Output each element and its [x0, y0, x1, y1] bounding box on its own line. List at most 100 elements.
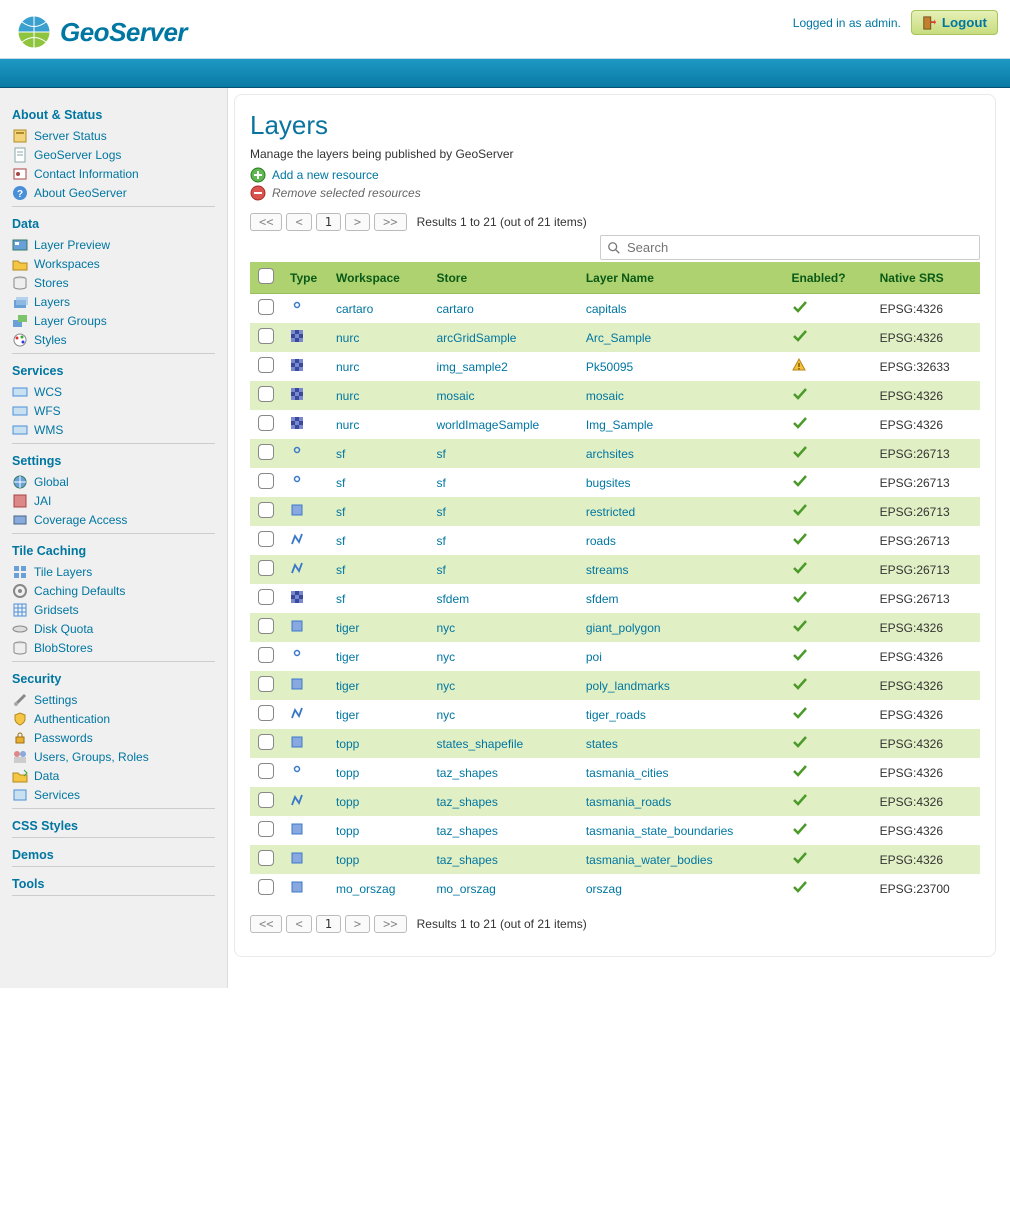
layer-name-link[interactable]: poly_landmarks [586, 679, 670, 693]
store-link[interactable]: cartaro [436, 302, 473, 316]
sidebar-item[interactable]: Authentication [12, 709, 215, 728]
sidebar-item[interactable]: Coverage Access [12, 510, 215, 529]
sidebar-item[interactable]: GeoServer Logs [12, 145, 215, 164]
sidebar-item[interactable]: JAI [12, 491, 215, 510]
workspace-link[interactable]: nurc [336, 360, 359, 374]
store-link[interactable]: mo_orszag [436, 882, 495, 896]
sidebar-item[interactable]: Settings [12, 690, 215, 709]
workspace-link[interactable]: sf [336, 476, 345, 490]
pager-first-b[interactable]: << [250, 915, 282, 933]
workspace-link[interactable]: topp [336, 853, 359, 867]
layer-name-link[interactable]: Pk50095 [586, 360, 633, 374]
sidebar-item[interactable]: Contact Information [12, 164, 215, 183]
sidebar-item[interactable]: Tile Layers [12, 562, 215, 581]
row-checkbox[interactable] [258, 763, 274, 779]
store-link[interactable]: nyc [436, 708, 455, 722]
layer-name-link[interactable]: tiger_roads [586, 708, 646, 722]
col-store[interactable]: Store [428, 262, 577, 294]
sidebar-item[interactable]: Server Status [12, 126, 215, 145]
sidebar-item[interactable]: Caching Defaults [12, 581, 215, 600]
row-checkbox[interactable] [258, 357, 274, 373]
layer-name-link[interactable]: streams [586, 563, 629, 577]
sidebar-group-head[interactable]: Services [12, 364, 215, 378]
row-checkbox[interactable] [258, 560, 274, 576]
sidebar-item[interactable]: Services [12, 785, 215, 804]
store-link[interactable]: taz_shapes [436, 853, 497, 867]
sidebar-item[interactable]: Data [12, 766, 215, 785]
sidebar-item[interactable]: WFS [12, 401, 215, 420]
store-link[interactable]: states_shapefile [436, 737, 523, 751]
layer-name-link[interactable]: Img_Sample [586, 418, 653, 432]
sidebar-item[interactable]: Passwords [12, 728, 215, 747]
row-checkbox[interactable] [258, 676, 274, 692]
sidebar-group-head[interactable]: Demos [12, 848, 215, 862]
store-link[interactable]: worldImageSample [436, 418, 539, 432]
layer-name-link[interactable]: Arc_Sample [586, 331, 651, 345]
row-checkbox[interactable] [258, 647, 274, 663]
sidebar-item[interactable]: Disk Quota [12, 619, 215, 638]
sidebar-item[interactable]: Users, Groups, Roles [12, 747, 215, 766]
workspace-link[interactable]: tiger [336, 650, 359, 664]
row-checkbox[interactable] [258, 734, 274, 750]
row-checkbox[interactable] [258, 415, 274, 431]
row-checkbox[interactable] [258, 589, 274, 605]
sidebar-group-head[interactable]: CSS Styles [12, 819, 215, 833]
row-checkbox[interactable] [258, 531, 274, 547]
pager-next[interactable]: > [345, 213, 370, 231]
sidebar-item[interactable]: Stores [12, 273, 215, 292]
search-box[interactable] [600, 235, 980, 260]
select-all-checkbox[interactable] [258, 268, 274, 284]
workspace-link[interactable]: sf [336, 505, 345, 519]
layer-name-link[interactable]: archsites [586, 447, 634, 461]
store-link[interactable]: nyc [436, 679, 455, 693]
row-checkbox[interactable] [258, 821, 274, 837]
store-link[interactable]: img_sample2 [436, 360, 507, 374]
workspace-link[interactable]: tiger [336, 679, 359, 693]
sidebar-item[interactable]: Gridsets [12, 600, 215, 619]
store-link[interactable]: sfdem [436, 592, 469, 606]
layer-name-link[interactable]: tasmania_water_bodies [586, 853, 713, 867]
pager-page[interactable]: 1 [316, 213, 341, 231]
col-srs[interactable]: Native SRS [872, 262, 980, 294]
row-checkbox[interactable] [258, 705, 274, 721]
layer-name-link[interactable]: tasmania_state_boundaries [586, 824, 733, 838]
layer-name-link[interactable]: tasmania_roads [586, 795, 671, 809]
search-input[interactable] [625, 238, 973, 257]
workspace-link[interactable]: topp [336, 737, 359, 751]
col-type[interactable]: Type [282, 262, 328, 294]
col-name[interactable]: Layer Name [578, 262, 784, 294]
layer-name-link[interactable]: orszag [586, 882, 622, 896]
store-link[interactable]: sf [436, 447, 445, 461]
logout-button[interactable]: Logout [911, 10, 998, 35]
sidebar-group-head[interactable]: Data [12, 217, 215, 231]
add-resource-link[interactable]: Add a new resource [272, 168, 379, 182]
row-checkbox[interactable] [258, 444, 274, 460]
layer-name-link[interactable]: sfdem [586, 592, 619, 606]
store-link[interactable]: sf [436, 534, 445, 548]
layer-name-link[interactable]: roads [586, 534, 616, 548]
layer-name-link[interactable]: tasmania_cities [586, 766, 669, 780]
pager-prev[interactable]: < [286, 213, 311, 231]
workspace-link[interactable]: sf [336, 534, 345, 548]
row-checkbox[interactable] [258, 879, 274, 895]
layer-name-link[interactable]: states [586, 737, 618, 751]
layer-name-link[interactable]: poi [586, 650, 602, 664]
workspace-link[interactable]: nurc [336, 389, 359, 403]
sidebar-item[interactable]: Layer Preview [12, 235, 215, 254]
workspace-link[interactable]: nurc [336, 331, 359, 345]
pager-last[interactable]: >> [374, 213, 406, 231]
pager-prev-b[interactable]: < [286, 915, 311, 933]
pager-first[interactable]: << [250, 213, 282, 231]
sidebar-item[interactable]: Global [12, 472, 215, 491]
workspace-link[interactable]: tiger [336, 621, 359, 635]
pager-last-b[interactable]: >> [374, 915, 406, 933]
workspace-link[interactable]: topp [336, 824, 359, 838]
sidebar-item[interactable]: Layers [12, 292, 215, 311]
row-checkbox[interactable] [258, 473, 274, 489]
store-link[interactable]: arcGridSample [436, 331, 516, 345]
store-link[interactable]: taz_shapes [436, 766, 497, 780]
store-link[interactable]: mosaic [436, 389, 474, 403]
sidebar-group-head[interactable]: Tile Caching [12, 544, 215, 558]
row-checkbox[interactable] [258, 502, 274, 518]
workspace-link[interactable]: sf [336, 563, 345, 577]
